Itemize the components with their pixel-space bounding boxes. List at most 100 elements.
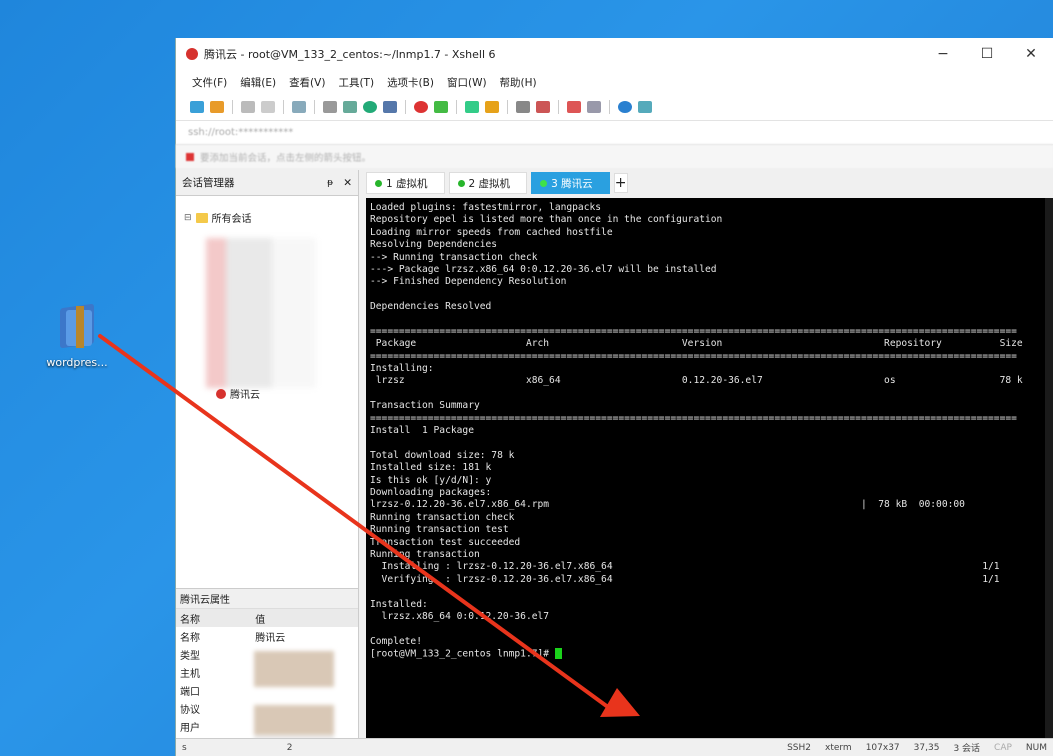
session-tree: ⊟ 所有会话 腾讯云 — [176, 196, 358, 546]
menu-tools[interactable]: 工具(T) — [338, 75, 374, 90]
menu-tabs[interactable]: 选项卡(B) — [387, 75, 434, 90]
toolbar — [176, 94, 1053, 120]
terminal-line: --> Finished Dependency Resolution — [370, 276, 567, 288]
archive-icon — [54, 300, 100, 350]
globe-icon[interactable] — [363, 101, 377, 113]
menu-window[interactable]: 窗口(W) — [447, 75, 487, 90]
script-icon[interactable] — [536, 101, 550, 113]
terminal-line: ---> Package lrzsz.x86_64 0:0.12.20-36.e… — [370, 263, 717, 275]
lock-icon[interactable] — [485, 101, 499, 113]
terminal-line: Total download size: 78 k — [370, 449, 515, 461]
terminal-line: lrzsz-0.12.20-36.el7.x86_64.rpm | 78 kB … — [370, 499, 965, 511]
chat-icon[interactable] — [638, 101, 652, 113]
menu-help[interactable]: 帮助(H) — [500, 75, 537, 90]
blurred-sessions — [206, 238, 316, 388]
menu-file[interactable]: 文件(F) — [192, 75, 227, 90]
status-dot-icon — [540, 179, 548, 187]
properties-title: 腾讯云属性 — [176, 589, 358, 609]
paste-icon[interactable] — [261, 101, 275, 113]
menu-view[interactable]: 查看(V) — [289, 75, 325, 90]
prop-col-value: 值 — [251, 609, 358, 627]
terminal-line: lrzsz x86_64 0.12.20-36.el7 os 78 k — [370, 375, 1023, 387]
terminal-line: Verifying : lrzsz-0.12.20-36.el7.x86_64 … — [370, 573, 1000, 585]
app-logo-icon — [186, 48, 198, 60]
tile-icon[interactable] — [587, 101, 601, 113]
tab-vm-1[interactable]: 1 虚拟机 — [366, 172, 445, 194]
arrow-icon[interactable] — [186, 152, 194, 161]
terminal-line: Installed: — [370, 598, 428, 610]
session-manager: 会话管理器 ᵽ ✕ ⊟ 所有会话 腾讯云 腾讯云属性 名称 值 名称 腾讯云 类… — [176, 170, 359, 756]
status-left: s — [182, 742, 187, 753]
find-icon[interactable] — [323, 101, 337, 113]
terminal-line: Complete! — [370, 635, 422, 647]
properties-panel: 腾讯云属性 名称 值 名称 腾讯云 类型 主机 端口 协议 用户 — [176, 588, 358, 756]
desktop-icon-label: wordpres... — [46, 356, 108, 369]
desktop-archive-icon[interactable]: wordpres... — [42, 300, 112, 369]
tree-root[interactable]: ⊟ 所有会话 — [184, 210, 352, 225]
session-logo-icon — [216, 388, 226, 399]
session-item-label: 腾讯云 — [230, 390, 260, 401]
help-icon[interactable] — [618, 101, 632, 113]
terminal-output[interactable]: Loaded plugins: fastestmirror, langpacks… — [366, 198, 1053, 738]
terminal-scrollbar[interactable] — [1045, 198, 1053, 738]
minimize-button[interactable]: − — [921, 46, 965, 62]
terminal-line: Transaction test succeeded — [370, 536, 521, 548]
status-num: NUM — [1025, 742, 1047, 753]
new-tab-button[interactable]: + — [613, 173, 628, 193]
tab-bar: 1 虚拟机 2 虚拟机 3 腾讯云 + — [360, 170, 1053, 196]
status-term: xterm — [825, 742, 852, 753]
folder-icon — [195, 212, 208, 223]
status-bar: s 2 SSH2 xterm 107x37 37,35 3 会话 CAP NUM — [176, 738, 1053, 756]
terminal-line: Installing: — [370, 363, 434, 375]
session-item-tencent[interactable]: 腾讯云 — [216, 386, 260, 401]
terminal-line: Resolving Dependencies — [370, 239, 498, 251]
terminal-line: Installing : lrzsz-0.12.20-36.el7.x86_64… — [370, 561, 1000, 573]
terminal-line: ========================================… — [370, 325, 1017, 337]
copy-icon[interactable] — [241, 101, 255, 113]
tab-tencent[interactable]: 3 腾讯云 — [531, 172, 610, 194]
xftp-icon[interactable] — [434, 101, 448, 113]
fullscreen-icon[interactable] — [465, 101, 479, 113]
pin-icon[interactable]: ᵽ — [327, 178, 333, 188]
properties-icon[interactable] — [292, 101, 306, 113]
panel-close-icon[interactable]: ✕ — [343, 177, 352, 189]
terminal-line: Package Arch Version Repository Size — [370, 338, 1023, 350]
terminal-prompt: [root@VM_133_2_centos lnmp1.7]# — [370, 648, 1049, 660]
terminal-line: Dependencies Resolved — [370, 301, 492, 313]
terminal-line: --> Running transaction check — [370, 251, 538, 263]
status-protocol: SSH2 — [787, 742, 811, 753]
new-session-icon[interactable] — [190, 101, 204, 113]
terminal-line: Running transaction — [370, 548, 480, 560]
font-icon[interactable] — [383, 101, 397, 113]
menu-bar: 文件(F) 编辑(E) 查看(V) 工具(T) 选项卡(B) 窗口(W) 帮助(… — [176, 70, 1053, 94]
terminal-line: ========================================… — [370, 350, 1017, 362]
status-cap: CAP — [994, 742, 1012, 753]
xshell-icon[interactable] — [414, 101, 428, 113]
address-input[interactable]: ssh://root:*********** — [188, 124, 418, 142]
open-folder-icon[interactable] — [210, 101, 224, 113]
terminal-line: Downloading packages: — [370, 486, 492, 498]
terminal-line: Install 1 Package — [370, 425, 474, 437]
close-button[interactable]: ✕ — [1009, 46, 1053, 62]
terminal-area: 1 虚拟机 2 虚拟机 3 腾讯云 + Loaded plugins: fast… — [360, 170, 1053, 738]
menu-edit[interactable]: 编辑(E) — [240, 75, 276, 90]
keyboard-icon[interactable] — [516, 101, 530, 113]
terminal-line: Running transaction test — [370, 524, 509, 536]
status-sessions[interactable]: 3 会话 — [953, 741, 980, 754]
tab-vm-2[interactable]: 2 虚拟机 — [448, 172, 528, 194]
main-body: 会话管理器 ᵽ ✕ ⊟ 所有会话 腾讯云 腾讯云属性 名称 值 名称 腾讯云 类… — [176, 170, 1053, 756]
session-manager-header: 会话管理器 ᵽ ✕ — [176, 170, 358, 196]
xshell-window: 腾讯云 - root@VM_133_2_centos:~/lnmp1.7 - X… — [175, 38, 1053, 756]
layout-icon[interactable] — [567, 101, 581, 113]
title-bar[interactable]: 腾讯云 - root@VM_133_2_centos:~/lnmp1.7 - X… — [176, 38, 1053, 70]
terminal-line: Loading mirror speeds from cached hostfi… — [370, 226, 613, 238]
terminal-line: Loaded plugins: fastestmirror, langpacks — [370, 202, 602, 213]
hint-text: 要添加当前会话，点击左侧的箭头按钮。 — [200, 152, 372, 164]
transfer-icon[interactable] — [343, 101, 357, 113]
maximize-button[interactable]: ☐ — [965, 46, 1009, 62]
terminal-line: Installed size: 181 k — [370, 462, 492, 474]
